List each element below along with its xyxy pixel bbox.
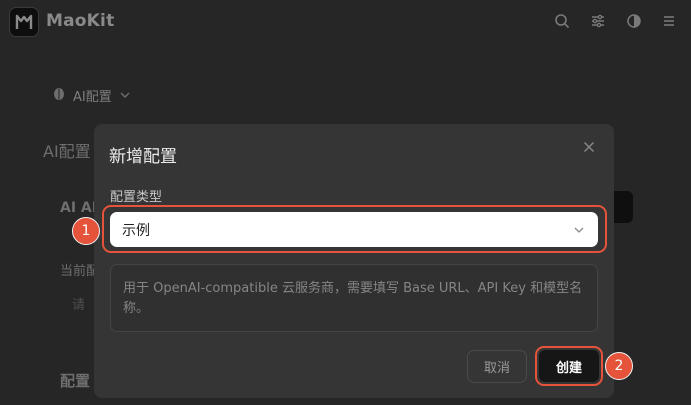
- close-icon[interactable]: [580, 138, 598, 156]
- cancel-button[interactable]: 取消: [467, 350, 527, 383]
- chevron-down-icon: [572, 223, 586, 237]
- create-button[interactable]: 创建: [539, 350, 599, 382]
- config-type-select[interactable]: 示例: [110, 212, 598, 247]
- config-selector-label: AI配置: [73, 89, 112, 105]
- step-1-badge: 1: [72, 217, 100, 245]
- chevron-down-icon: [119, 86, 131, 105]
- app-logo: [9, 7, 39, 37]
- dialog-title: 新增配置: [109, 147, 177, 167]
- theme-toggle-icon[interactable]: [625, 12, 643, 30]
- section-heading: AI AI: [60, 200, 97, 216]
- menu-icon[interactable]: [660, 12, 678, 30]
- config-type-label: 配置类型: [110, 190, 163, 205]
- sliders-icon[interactable]: [589, 12, 607, 30]
- input-placeholder: 请: [72, 298, 86, 313]
- config-type-value: 示例: [122, 222, 150, 239]
- page-heading: AI配置: [43, 142, 91, 161]
- app-title: MaoKit: [46, 11, 115, 31]
- config-section-heading: 配置: [60, 372, 91, 390]
- search-icon[interactable]: [553, 12, 571, 30]
- brain-icon: [52, 86, 66, 105]
- config-selector[interactable]: AI配置: [52, 85, 131, 105]
- top-bar: MaoKit: [0, 0, 691, 44]
- config-type-description: 用于 OpenAI-compatible 云服务商，需要填写 Base URL、…: [110, 264, 598, 332]
- step-2-badge: 2: [605, 352, 633, 380]
